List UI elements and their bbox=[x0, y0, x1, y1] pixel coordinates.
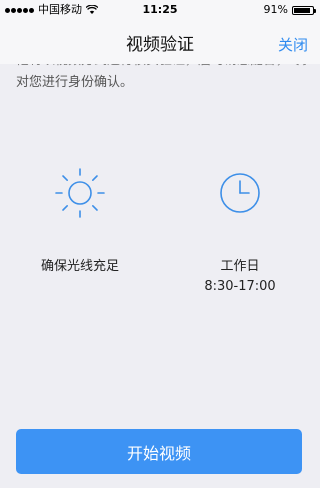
main-content: 他将以视频方式进行核实验证，届时请您配合，专员将 对您进行身份确认。 确保光线充… bbox=[0, 64, 320, 488]
clock-icon bbox=[220, 173, 260, 213]
intro-line-cut: 他将以视频方式进行核实验证，届时请您配合，专员将 bbox=[16, 64, 306, 72]
close-button[interactable]: 关闭 bbox=[278, 20, 308, 70]
workday-label: 工作日 bbox=[220, 259, 260, 274]
intro-line-2: 对您进行身份确认。 bbox=[16, 75, 134, 90]
intro-text: 他将以视频方式进行核实验证，届时请您配合，专员将 对您进行身份确认。 bbox=[16, 64, 306, 94]
tip-lighting-text: 确保光线充足 bbox=[40, 259, 119, 274]
battery-percent: 91% bbox=[263, 3, 288, 16]
battery-icon bbox=[292, 5, 316, 15]
sun-icon bbox=[55, 168, 105, 218]
status-right: 91% bbox=[263, 0, 316, 20]
start-video-button[interactable]: 开始视频 bbox=[16, 429, 302, 474]
tip-hours: 工作日 8:30-17:00 bbox=[160, 163, 320, 297]
working-hours: 8:30-17:00 bbox=[204, 279, 276, 294]
status-bar: 中国移动 11:25 91% bbox=[0, 0, 320, 20]
page-title: 视频验证 bbox=[126, 35, 194, 55]
battery-level bbox=[294, 7, 310, 13]
tip-lighting: 确保光线充足 bbox=[0, 163, 160, 277]
nav-bar: 视频验证 关闭 bbox=[0, 20, 320, 64]
tip-hours-text: 工作日 8:30-17:00 bbox=[160, 257, 320, 297]
